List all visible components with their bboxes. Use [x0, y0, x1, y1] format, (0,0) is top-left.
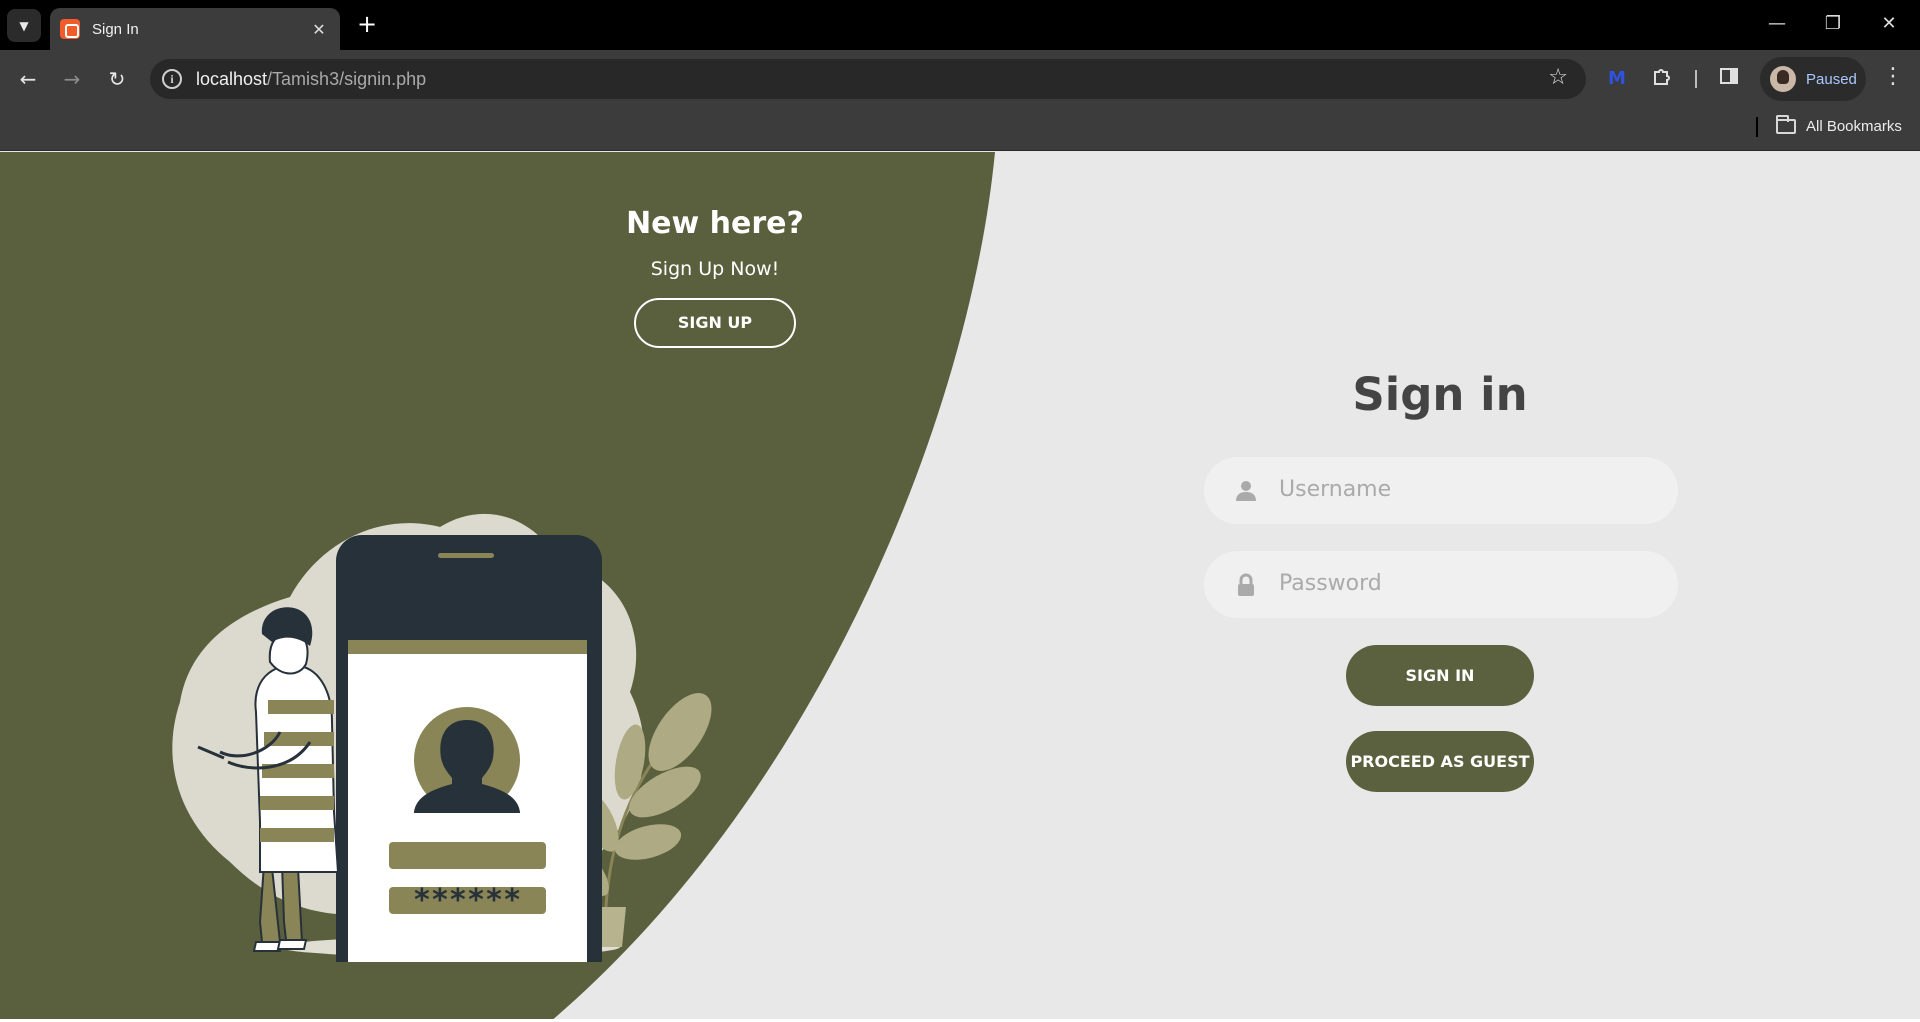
browser-toolbar: ← → ↻ i localhost/Tamish3/signin.php ☆ M… [0, 50, 1920, 108]
extension-m-icon[interactable]: M [1603, 65, 1631, 93]
proceed-as-guest-button[interactable]: PROCEED AS GUEST [1346, 731, 1534, 792]
forward-button[interactable]: → [56, 63, 88, 95]
username-placeholder: Username [1279, 477, 1392, 502]
all-bookmarks-button[interactable]: All Bookmarks [1776, 115, 1902, 135]
password-placeholder: Password [1279, 571, 1382, 596]
restore-button[interactable]: ❐ [1810, 6, 1856, 42]
tab-strip: ▼ Sign In ✕ + — ❐ ✕ [0, 0, 1920, 50]
sign-up-button[interactable]: SIGN UP [634, 298, 796, 348]
password-field[interactable]: Password [1204, 551, 1678, 618]
back-arrow-icon: ← [19, 67, 37, 91]
login-illustration: ****** [172, 513, 712, 962]
panel-subheading: Sign Up Now! [650, 258, 780, 280]
sign-in-button[interactable]: SIGN IN [1346, 645, 1534, 706]
sign-in-title: Sign in [1352, 368, 1528, 421]
close-window-button[interactable]: ✕ [1866, 6, 1912, 42]
toolbar-divider [1695, 70, 1697, 88]
all-bookmarks-label: All Bookmarks [1806, 118, 1902, 135]
minimize-button[interactable]: — [1754, 6, 1800, 42]
profile-button[interactable]: Paused [1760, 57, 1866, 101]
reload-icon: ↻ [108, 67, 126, 91]
profile-status: Paused [1806, 70, 1857, 88]
bookmark-star-icon[interactable]: ☆ [1548, 65, 1568, 90]
lock-icon [1238, 573, 1254, 596]
signin-page: New here? Sign Up Now! SIGN UP ****** Si… [0, 152, 1920, 1022]
bookmarks-divider [1756, 117, 1758, 137]
favicon-icon [60, 19, 80, 39]
tab-title: Sign In [92, 20, 139, 38]
panel-heading: New here? [626, 206, 804, 241]
extensions-puzzle-icon[interactable] [1648, 65, 1676, 93]
address-bar[interactable]: i localhost/Tamish3/signin.php ☆ [150, 59, 1586, 99]
user-icon [1236, 481, 1256, 501]
avatar [1770, 66, 1796, 92]
folder-icon [1776, 115, 1796, 134]
tab-list-button[interactable]: ▼ [7, 9, 41, 42]
forward-arrow-icon: → [63, 67, 81, 91]
tab-close-button[interactable]: ✕ [308, 20, 330, 39]
username-field[interactable]: Username [1204, 457, 1678, 524]
phone-illustration: ****** [336, 535, 602, 962]
chevron-down-icon: ▼ [19, 18, 29, 33]
side-panel-icon[interactable] [1715, 65, 1743, 93]
active-tab[interactable]: Sign In ✕ [50, 8, 340, 50]
url-text: localhost/Tamish3/signin.php [196, 69, 426, 90]
more-menu-icon[interactable]: ⋮ [1878, 64, 1908, 89]
site-info-icon[interactable]: i [162, 69, 182, 89]
url-host: localhost [196, 69, 268, 89]
password-mask-text: ****** [413, 883, 521, 918]
url-path: /Tamish3/signin.php [267, 69, 427, 89]
reload-button[interactable]: ↻ [101, 63, 133, 95]
back-button[interactable]: ← [12, 63, 44, 95]
new-tab-button[interactable]: + [352, 10, 382, 40]
bookmarks-bar: All Bookmarks [0, 108, 1920, 151]
